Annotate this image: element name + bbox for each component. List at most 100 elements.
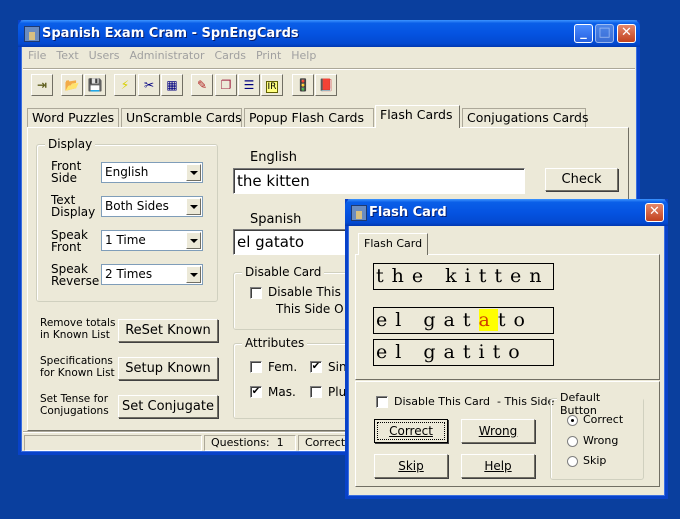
fem-checkbox[interactable] (250, 361, 262, 373)
setup-known-button[interactable]: Setup Known (118, 357, 218, 380)
app-icon (351, 205, 367, 221)
correct-button[interactable]: Correct (374, 419, 448, 443)
skip-button-label: Skip (398, 459, 424, 473)
sin-checkbox[interactable]: ✔ (310, 361, 322, 373)
ir-book-icon: IR (265, 81, 279, 93)
set-conjugate-desc: Set Tense for Conjugations (40, 393, 109, 417)
menu-print[interactable]: Print (251, 47, 286, 64)
maximize-button[interactable]: □ (595, 24, 614, 43)
front-side-select[interactable]: English (101, 162, 203, 183)
display-group: Display Front Side English Text Display … (36, 137, 218, 302)
english-input[interactable]: the kitten (233, 168, 525, 194)
cut-button[interactable]: ✂ (138, 74, 160, 96)
main-titlebar[interactable]: Spanish Exam Cram - SpnEngCards _ □ ✕ (18, 20, 640, 47)
check-button[interactable]: Check (545, 168, 618, 191)
menu-divider (23, 68, 635, 70)
answer-text-after: to (497, 309, 533, 331)
controls-panel: Disable This Card - This Side Correct Wr… (355, 381, 660, 487)
default-correct-label: Correct (583, 413, 624, 426)
list-button[interactable]: ☰ (238, 74, 260, 96)
reset-known-desc: Remove totals in Known List (40, 317, 116, 341)
tab-word-puzzles[interactable]: Word Puzzles (27, 108, 119, 127)
text-display-label: Text Display (51, 193, 96, 219)
plu-label: Plu (328, 385, 347, 399)
mas-label: Mas. (268, 385, 296, 399)
menu-users[interactable]: Users (84, 47, 125, 64)
open-button[interactable]: 📂 (61, 74, 83, 96)
list-document-icon: ☰ (243, 78, 255, 92)
correct-card-text: el gatito (373, 339, 554, 366)
chevron-down-icon[interactable] (186, 266, 201, 283)
disable-this-card-checkbox[interactable] (376, 396, 388, 408)
tab-flash-card[interactable]: Flash Card (358, 233, 429, 255)
help-button[interactable]: Help (461, 454, 535, 478)
ir-button[interactable]: IR (261, 74, 283, 96)
menu-file[interactable]: File (23, 47, 51, 64)
chevron-down-icon[interactable] (186, 232, 201, 249)
tab-conjugations-cards[interactable]: Conjugations Cards (462, 108, 588, 127)
disable-card-checkbox[interactable] (250, 287, 262, 299)
skip-button[interactable]: Skip (374, 454, 448, 478)
default-skip-radio[interactable] (567, 456, 578, 467)
set-conjugate-button[interactable]: Set Conjugate (118, 395, 218, 418)
wrong-button[interactable]: Wrong (461, 419, 535, 443)
speak-reverse-value: 2 Times (105, 267, 153, 281)
app-icon (24, 26, 40, 42)
display-group-title: Display (45, 137, 96, 151)
close-button[interactable]: ✕ (617, 24, 636, 43)
spanish-label: Spanish (250, 212, 302, 227)
flash-card-dialog: Flash Card ✕ Flash Card the kitten el ga… (345, 199, 668, 499)
questions-count: 1 (276, 436, 284, 449)
correct-button-label: Correct (389, 424, 433, 438)
speak-front-select[interactable]: 1 Time (101, 230, 203, 251)
edit-button[interactable]: ✎ (191, 74, 213, 96)
menu-help[interactable]: Help (286, 47, 321, 64)
save-button[interactable]: 💾 (84, 74, 106, 96)
reset-known-button[interactable]: ReSet Known (118, 319, 218, 342)
text-display-select[interactable]: Both Sides (101, 196, 203, 217)
dialog-title: Flash Card (369, 205, 447, 220)
dialog-close-button[interactable]: ✕ (645, 203, 664, 222)
default-wrong-label: Wrong (583, 434, 619, 447)
plu-checkbox[interactable] (310, 386, 322, 398)
english-label: English (250, 150, 297, 165)
dialog-titlebar[interactable]: Flash Card ✕ (345, 199, 668, 226)
lightning-button[interactable]: ⚡ (114, 74, 136, 96)
setup-known-desc: Specifications for Known List (40, 355, 115, 379)
front-side-label: Front Side (51, 159, 82, 185)
tab-popup-flash-cards[interactable]: Popup Flash Cards (244, 108, 374, 127)
mas-checkbox[interactable]: ✔ (250, 386, 262, 398)
speak-reverse-select[interactable]: 2 Times (101, 264, 203, 285)
wrong-button-label: Wrong (478, 424, 518, 438)
traffic-light-button[interactable]: 🚦 (292, 74, 314, 96)
questions-label: Questions: (211, 436, 270, 449)
tab-flash-cards[interactable]: Flash Cards (375, 105, 460, 128)
lightning-icon: ⚡ (120, 78, 130, 92)
card-panel: the kitten el gatato el gatito (355, 254, 660, 380)
text-display-value: Both Sides (105, 199, 169, 213)
default-wrong-radio[interactable] (567, 436, 578, 447)
front-card-text: the kitten (373, 263, 554, 290)
cards-button[interactable]: ❐ (215, 74, 237, 96)
scissors-icon: ✂ (143, 78, 155, 92)
help-button-label: Help (484, 459, 512, 473)
table-button[interactable]: ▦ (161, 74, 183, 96)
default-correct-radio[interactable] (567, 415, 578, 426)
save-disk-icon: 💾 (87, 78, 103, 92)
menu-administrator[interactable]: Administrator (124, 47, 209, 64)
menu-cards[interactable]: Cards (209, 47, 250, 64)
chevron-down-icon[interactable] (186, 198, 201, 215)
disable-card-title: Disable Card (242, 265, 325, 279)
chevron-down-icon[interactable] (186, 164, 201, 181)
menu-bar: File Text Users Administrator Cards Print Help (23, 47, 635, 66)
book-button[interactable]: 📕 (315, 74, 337, 96)
attributes-title: Attributes (242, 336, 308, 350)
traffic-light-icon: 🚦 (295, 78, 311, 92)
minimize-button[interactable]: _ (574, 24, 593, 43)
tab-unscramble-cards[interactable]: UnScramble Cards (121, 108, 242, 127)
table-grid-icon: ▦ (166, 78, 178, 92)
speak-front-value: 1 Time (105, 233, 146, 247)
exit-button[interactable]: ⇥ (31, 74, 53, 96)
menu-text[interactable]: Text (51, 47, 83, 64)
sin-label: Sin (328, 360, 347, 374)
